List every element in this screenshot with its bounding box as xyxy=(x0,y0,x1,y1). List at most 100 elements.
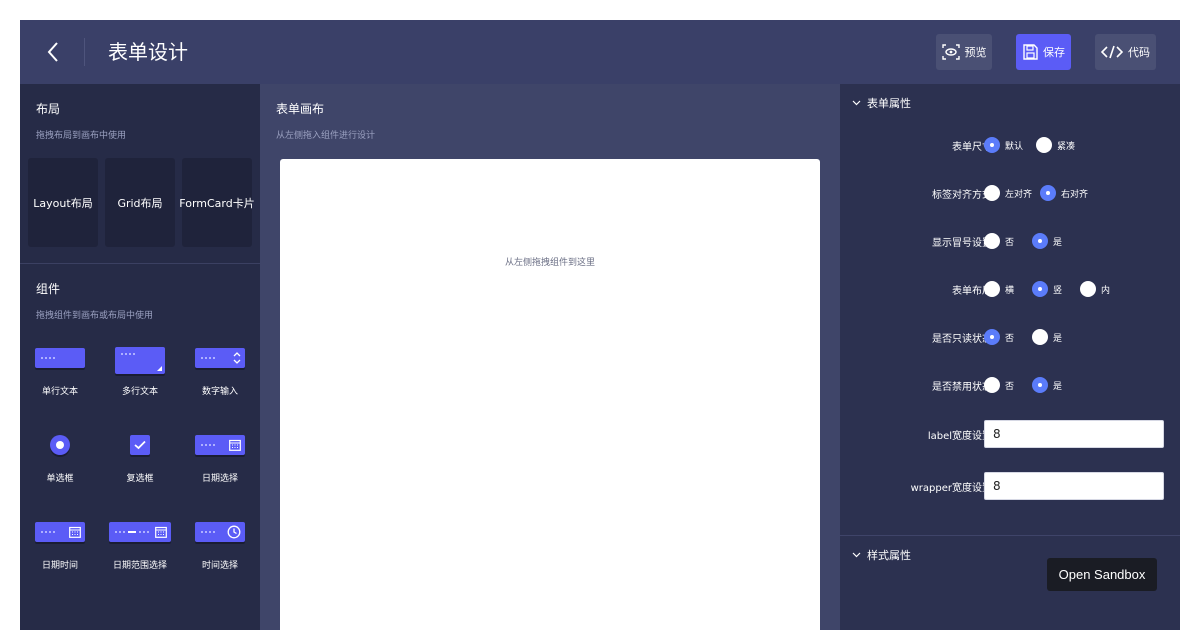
field-colon: 显示冒号设置 否 是 xyxy=(840,229,1180,253)
radio-circle xyxy=(1032,329,1048,345)
chevron-down-icon xyxy=(852,100,861,106)
preview-button[interactable]: 预览 xyxy=(936,34,992,70)
form-designer-app: 表单设计 预览 保存 代码 布局 拖拽布局到画布中使用 Layout布局 Gri… xyxy=(20,20,1180,630)
field-label-align: 标签对齐方式 左对齐 右对齐 xyxy=(840,181,1180,205)
radio-option[interactable]: 竖 xyxy=(1032,281,1062,297)
component-time-picker[interactable]: 时间选择 xyxy=(180,516,260,588)
radio-circle xyxy=(984,185,1000,201)
code-button[interactable]: 代码 xyxy=(1095,34,1156,70)
radio-option[interactable]: 右对齐 xyxy=(1040,185,1088,201)
top-bar: 表单设计 预览 保存 代码 xyxy=(20,20,1180,84)
left-divider xyxy=(20,263,260,264)
radio-option[interactable]: 是 xyxy=(1032,377,1062,393)
radio-circle xyxy=(1080,281,1096,297)
save-button[interactable]: 保存 xyxy=(1016,34,1071,70)
component-datetime-picker[interactable]: 日期时间 xyxy=(20,516,100,588)
radio-option[interactable]: 否 xyxy=(984,377,1014,393)
radio-icon xyxy=(50,435,70,455)
component-label: 日期选择 xyxy=(201,474,238,484)
field-label: 显示冒号设置 xyxy=(932,238,992,249)
field-disabled: 是否禁用状态 否 是 xyxy=(840,373,1180,397)
number-input-icon xyxy=(195,348,245,368)
radio-option[interactable]: 默认 xyxy=(984,137,1023,153)
form-properties-header[interactable]: 表单属性 xyxy=(852,95,911,111)
layout-card-layout[interactable]: Layout布局 xyxy=(28,158,98,247)
radio-option[interactable]: 否 xyxy=(984,233,1014,249)
radio-circle xyxy=(984,233,1000,249)
layout-card-formcard[interactable]: FormCard卡片 xyxy=(179,158,255,247)
text-input-icon xyxy=(35,348,85,368)
radio-circle xyxy=(984,377,1000,393)
style-properties-header[interactable]: 样式属性 xyxy=(852,547,911,563)
radio-option[interactable]: 内 xyxy=(1080,281,1110,297)
properties-panel: 表单属性 表单尺寸 默认 紧凑 标签对齐方式 左对齐 右对齐 显示冒号设置 否 … xyxy=(840,84,1180,630)
radio-circle xyxy=(984,137,1000,153)
canvas-panel: 表单画布 从左侧拖入组件进行设计 从左侧拖拽组件到这里 xyxy=(260,84,840,630)
form-canvas[interactable]: 从左侧拖拽组件到这里 xyxy=(280,159,820,630)
component-label: 单选框 xyxy=(46,474,74,484)
back-button[interactable] xyxy=(42,38,66,66)
component-radio[interactable]: 单选框 xyxy=(20,429,100,501)
chevron-left-icon xyxy=(47,42,58,62)
component-date-range-picker[interactable]: 日期范围选择 xyxy=(100,516,180,588)
code-button-label: 代码 xyxy=(1128,46,1150,59)
save-button-label: 保存 xyxy=(1043,46,1065,59)
field-label: 标签对齐方式 xyxy=(932,190,992,201)
field-form-size: 表单尺寸 默认 紧凑 xyxy=(840,133,1180,157)
component-label: 多行文本 xyxy=(121,387,158,397)
open-sandbox-button[interactable]: Open Sandbox xyxy=(1047,558,1157,591)
component-textarea[interactable]: 多行文本 xyxy=(100,342,180,414)
component-label: 日期范围选择 xyxy=(112,561,167,571)
date-picker-icon xyxy=(195,435,245,455)
radio-circle xyxy=(984,281,1000,297)
left-panel: 布局 拖拽布局到画布中使用 Layout布局 Grid布局 FormCard卡片… xyxy=(20,84,260,630)
textarea-icon xyxy=(115,346,165,374)
radio-circle xyxy=(1032,233,1048,249)
wrapper-width-input[interactable] xyxy=(984,472,1164,500)
component-label: 日期时间 xyxy=(41,561,78,571)
radio-option[interactable]: 左对齐 xyxy=(984,185,1032,201)
radio-circle xyxy=(1032,377,1048,393)
preview-button-label: 预览 xyxy=(964,46,987,59)
component-label: 复选框 xyxy=(126,474,154,484)
properties-divider xyxy=(840,535,1180,536)
date-range-picker-icon xyxy=(109,522,171,542)
components-subtitle: 拖拽组件到画布或布局中使用 xyxy=(36,311,154,321)
components-title: 组件 xyxy=(36,282,61,296)
page-title: 表单设计 xyxy=(108,40,188,64)
radio-circle xyxy=(1036,137,1052,153)
chevron-down-icon xyxy=(852,552,861,558)
component-text-input[interactable]: 单行文本 xyxy=(20,342,100,414)
field-form-layout: 表单布局 横 竖 内 xyxy=(840,277,1180,301)
field-wrapper-width: wrapper宽度设置 xyxy=(840,472,1180,500)
field-readonly: 是否只读状态 否 是 xyxy=(840,325,1180,349)
canvas-subtitle: 从左侧拖入组件进行设计 xyxy=(276,131,376,141)
form-properties-title: 表单属性 xyxy=(867,97,911,110)
component-date-picker[interactable]: 日期选择 xyxy=(180,429,260,501)
canvas-empty-hint: 从左侧拖拽组件到这里 xyxy=(504,258,595,268)
radio-option[interactable]: 是 xyxy=(1032,329,1062,345)
field-label: 是否禁用状态 xyxy=(932,382,992,393)
code-icon xyxy=(1101,45,1123,59)
field-label: wrapper宽度设置 xyxy=(910,483,992,494)
radio-option[interactable]: 紧凑 xyxy=(1036,137,1075,153)
radio-option[interactable]: 是 xyxy=(1032,233,1062,249)
layout-card-grid[interactable]: Grid布局 xyxy=(105,158,175,247)
component-label: 单行文本 xyxy=(41,387,78,397)
header-divider xyxy=(84,38,85,66)
component-label: 数字输入 xyxy=(201,387,238,397)
time-picker-icon xyxy=(195,522,245,542)
component-checkbox[interactable]: 复选框 xyxy=(100,429,180,501)
field-label: label宽度设置 xyxy=(927,431,992,442)
label-width-input[interactable] xyxy=(984,420,1164,448)
save-icon xyxy=(1023,44,1038,60)
radio-option[interactable]: 否 xyxy=(984,329,1014,345)
radio-circle xyxy=(1040,185,1056,201)
canvas-title: 表单画布 xyxy=(276,102,325,116)
eye-icon xyxy=(941,44,960,60)
component-number-input[interactable]: 数字输入 xyxy=(180,342,260,414)
datetime-picker-icon xyxy=(35,522,85,542)
radio-option[interactable]: 横 xyxy=(984,281,1014,297)
radio-circle xyxy=(1032,281,1048,297)
component-label: 时间选择 xyxy=(201,561,238,571)
